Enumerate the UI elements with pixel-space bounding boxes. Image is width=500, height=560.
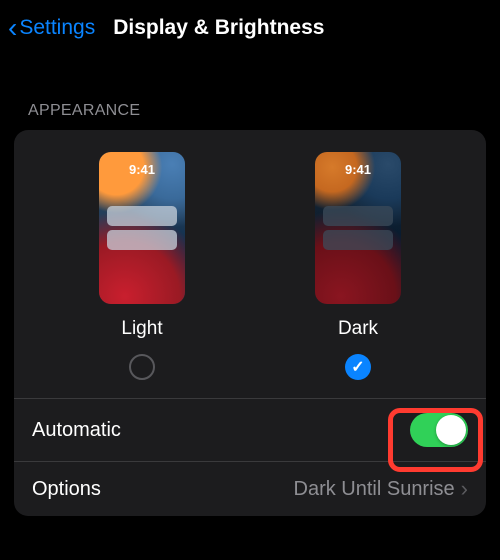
light-label: Light (121, 318, 162, 340)
options-label: Options (32, 478, 101, 501)
preview-notification (323, 206, 393, 226)
light-preview: 9:41 (99, 152, 185, 304)
chevron-left-icon: ‹ (8, 14, 17, 42)
appearance-option-dark[interactable]: 9:41 Dark ✓ (315, 152, 401, 380)
page-title: Display & Brightness (113, 16, 324, 40)
radio-dark[interactable]: ✓ (345, 354, 371, 380)
row-automatic: Automatic (14, 398, 486, 461)
appearance-option-light[interactable]: 9:41 Light (99, 152, 185, 380)
appearance-previews: 9:41 Light 9:41 Dark ✓ (14, 130, 486, 398)
back-button[interactable]: ‹ Settings (8, 14, 95, 42)
preview-notification (107, 230, 177, 250)
preview-time-light: 9:41 (99, 162, 185, 177)
automatic-label: Automatic (32, 419, 121, 442)
back-label: Settings (19, 16, 95, 40)
preview-time-dark: 9:41 (315, 162, 401, 177)
preview-notification (323, 230, 393, 250)
chevron-right-icon: › (461, 476, 468, 502)
toggle-knob (436, 415, 466, 445)
options-value: Dark Until Sunrise (294, 478, 455, 501)
automatic-toggle[interactable] (410, 413, 468, 447)
options-value-container: Dark Until Sunrise › (294, 476, 469, 502)
dark-preview: 9:41 (315, 152, 401, 304)
section-header-appearance: APPEARANCE (0, 56, 500, 130)
row-options[interactable]: Options Dark Until Sunrise › (14, 461, 486, 516)
preview-notification (107, 206, 177, 226)
dark-label: Dark (338, 318, 378, 340)
radio-light[interactable] (129, 354, 155, 380)
appearance-card: 9:41 Light 9:41 Dark ✓ Automatic (14, 130, 486, 516)
header-bar: ‹ Settings Display & Brightness (0, 0, 500, 56)
check-icon: ✓ (351, 357, 364, 377)
